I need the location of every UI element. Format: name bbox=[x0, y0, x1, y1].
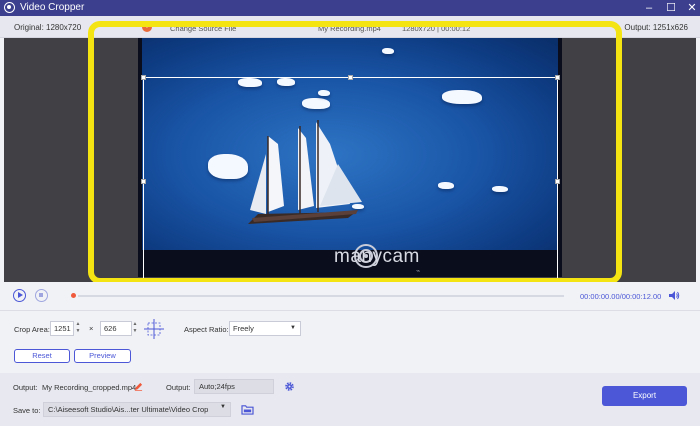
crop-width-input[interactable]: 1251 bbox=[50, 321, 74, 336]
output-name-label: Output: bbox=[13, 383, 38, 392]
save-path-dropdown-icon[interactable]: ▼ bbox=[220, 404, 226, 410]
times-sign: × bbox=[89, 324, 94, 333]
reset-button[interactable]: Reset bbox=[14, 349, 70, 363]
app-logo-icon bbox=[4, 2, 15, 13]
maximize-button[interactable]: ☐ bbox=[663, 1, 679, 15]
window-title: Video Cropper bbox=[20, 2, 85, 13]
save-path-text: C:\Aiseesoft Studio\Ais...ter Ultimate\V… bbox=[48, 405, 209, 414]
playback-controls: 00:00:00.00/00:00:12.00 bbox=[0, 282, 700, 310]
save-to-label: Save to: bbox=[13, 406, 41, 415]
crop-width-stepper[interactable]: ▲ ▼ bbox=[74, 321, 82, 336]
output-file-name: My Recording_cropped.mp4 bbox=[42, 383, 137, 392]
aspect-ratio-value: Freely bbox=[233, 324, 254, 333]
original-resolution: Original: 1280x720 bbox=[14, 23, 82, 32]
seek-bar[interactable] bbox=[78, 295, 564, 297]
save-path-field[interactable]: C:\Aiseesoft Studio\Ais...ter Ultimate\V… bbox=[43, 402, 231, 417]
folder-icon[interactable] bbox=[241, 404, 254, 415]
chevron-down-icon: ▼ bbox=[290, 325, 296, 331]
aspect-ratio-label: Aspect Ratio: bbox=[184, 325, 229, 334]
edit-pencil-icon[interactable] bbox=[134, 382, 143, 391]
close-button[interactable]: ✕ bbox=[684, 1, 700, 15]
time-display: 00:00:00.00/00:00:12.00 bbox=[580, 292, 662, 301]
output-settings-field[interactable]: Auto;24fps bbox=[194, 379, 274, 394]
output-settings-label: Output: bbox=[166, 383, 191, 392]
play-button[interactable] bbox=[13, 289, 26, 302]
crop-height-stepper[interactable]: ▲ ▼ bbox=[131, 321, 139, 336]
minimize-button[interactable]: – bbox=[641, 1, 657, 15]
gear-icon[interactable] bbox=[284, 381, 295, 392]
crop-area-label: Crop Area: bbox=[14, 325, 50, 334]
crop-settings: Crop Area: 1251 ▲ ▼ × 626 ▲ ▼ Aspect Ratio… bbox=[0, 311, 700, 373]
preview-button[interactable]: Preview bbox=[74, 349, 131, 363]
title-bar: Video Cropper – ☐ ✕ bbox=[0, 0, 700, 16]
seek-handle[interactable] bbox=[71, 293, 76, 298]
crop-height-input[interactable]: 626 bbox=[100, 321, 132, 336]
output-bar: Output: My Recording_cropped.mp4 Output:… bbox=[0, 373, 700, 426]
volume-icon[interactable] bbox=[668, 290, 680, 301]
highlight-annotation-box bbox=[88, 21, 622, 284]
export-button[interactable]: Export bbox=[602, 386, 687, 406]
video-cropper-window: Video Cropper – ☐ ✕ Original: 1280x720 !… bbox=[0, 0, 700, 426]
output-resolution: Output: 1251x626 bbox=[624, 23, 688, 32]
aspect-ratio-select[interactable]: Freely ▼ bbox=[229, 321, 301, 336]
stop-button[interactable] bbox=[35, 289, 48, 302]
center-crop-icon[interactable] bbox=[142, 319, 166, 339]
